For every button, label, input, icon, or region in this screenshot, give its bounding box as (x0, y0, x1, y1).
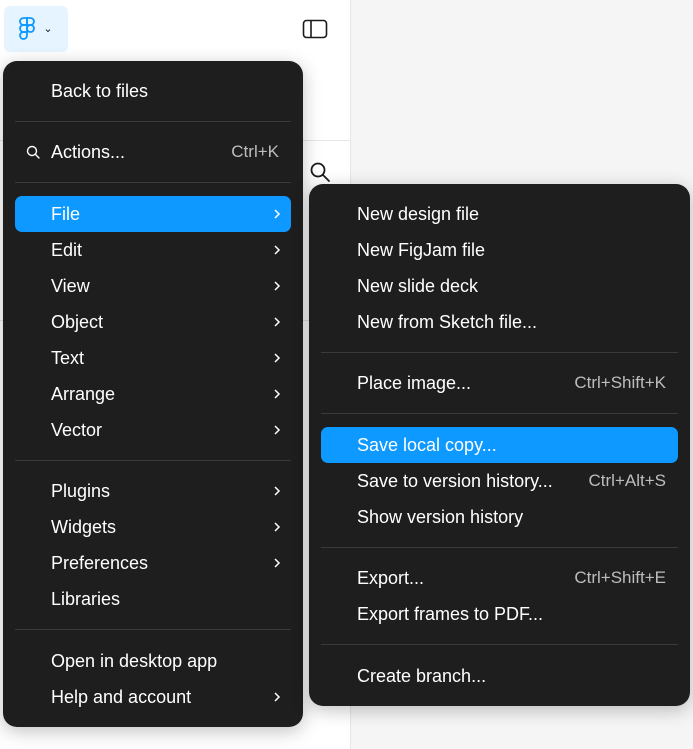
item-label: Place image... (357, 372, 472, 393)
actions-item[interactable]: Actions... Ctrl+K (15, 134, 291, 170)
item-label: Actions... (51, 141, 126, 162)
item-label: Vector (51, 419, 103, 440)
menu-separator (321, 352, 678, 353)
submenu-item-new-slide-deck[interactable]: New slide deck (321, 268, 678, 304)
menu-separator (15, 182, 291, 183)
submenu-item-new-from-sketch[interactable]: New from Sketch file... (321, 304, 678, 340)
item-label: Help and account (51, 686, 192, 707)
menu-item-preferences[interactable]: Preferences (15, 545, 291, 581)
item-label: Save local copy... (357, 434, 497, 455)
menu-separator (15, 460, 291, 461)
item-label: Create branch... (357, 665, 487, 686)
menu-separator (15, 629, 291, 630)
chevron-right-icon (274, 558, 281, 568)
item-label: Plugins (51, 480, 111, 501)
chevron-right-icon (274, 389, 281, 399)
submenu-item-save-local-copy[interactable]: Save local copy... (321, 427, 678, 463)
menu-item-help-account[interactable]: Help and account (15, 679, 291, 715)
item-label: Widgets (51, 516, 117, 537)
menu-item-arrange[interactable]: Arrange (15, 376, 291, 412)
chevron-right-icon (274, 281, 281, 291)
item-label: Save to version history... (357, 470, 553, 491)
item-label: View (51, 275, 90, 296)
chevron-down-icon: ⌄ (43, 22, 53, 35)
menu-item-text[interactable]: Text (15, 340, 291, 376)
item-label: Text (51, 347, 85, 368)
item-label: Edit (51, 239, 83, 260)
chevron-right-icon (274, 353, 281, 363)
submenu-item-new-design-file[interactable]: New design file (321, 196, 678, 232)
item-label: Libraries (51, 588, 121, 609)
menu-item-object[interactable]: Object (15, 304, 291, 340)
item-label: Object (51, 311, 104, 332)
menu-separator (15, 121, 291, 122)
back-to-files-item[interactable]: Back to files (15, 73, 291, 109)
chevron-right-icon (274, 245, 281, 255)
menu-item-vector[interactable]: Vector (15, 412, 291, 448)
item-label: New FigJam file (357, 239, 486, 260)
chevron-right-icon (274, 317, 281, 327)
chevron-right-icon (274, 209, 281, 219)
menu-item-widgets[interactable]: Widgets (15, 509, 291, 545)
item-label: Preferences (51, 552, 149, 573)
main-menu-button[interactable]: ⌄ (4, 6, 68, 52)
figma-logo-icon (19, 17, 36, 40)
menu-separator (321, 644, 678, 645)
item-shortcut: Ctrl+K (231, 142, 279, 161)
sidebar-toggle-icon[interactable] (302, 18, 328, 40)
menu-item-open-desktop-app[interactable]: Open in desktop app (15, 643, 291, 679)
menu-separator (321, 547, 678, 548)
menu-separator (321, 413, 678, 414)
item-label: Open in desktop app (51, 650, 218, 671)
submenu-item-export-frames-pdf[interactable]: Export frames to PDF... (321, 596, 678, 632)
item-label: Export frames to PDF... (357, 603, 544, 624)
search-icon (26, 145, 40, 159)
item-label: Back to files (51, 80, 149, 101)
menu-item-file[interactable]: File (15, 196, 291, 232)
item-label: New from Sketch file... (357, 311, 538, 332)
item-shortcut: Ctrl+Alt+S (588, 471, 666, 490)
submenu-item-create-branch[interactable]: Create branch... (321, 658, 678, 694)
search-icon[interactable] (308, 160, 332, 184)
item-label: File (51, 203, 81, 224)
chevron-right-icon (274, 486, 281, 496)
item-shortcut: Ctrl+Shift+E (574, 568, 666, 587)
submenu-item-place-image[interactable]: Place image... Ctrl+Shift+K (321, 365, 678, 401)
chevron-right-icon (274, 522, 281, 532)
submenu-item-save-version-history[interactable]: Save to version history... Ctrl+Alt+S (321, 463, 678, 499)
chevron-right-icon (274, 425, 281, 435)
item-label: Arrange (51, 383, 116, 404)
menu-item-view[interactable]: View (15, 268, 291, 304)
item-label: New slide deck (357, 275, 479, 296)
file-submenu: New design file New FigJam file New slid… (309, 184, 690, 706)
submenu-item-show-version-history[interactable]: Show version history (321, 499, 678, 535)
submenu-item-export[interactable]: Export... Ctrl+Shift+E (321, 560, 678, 596)
item-label: New design file (357, 203, 480, 224)
item-shortcut: Ctrl+Shift+K (574, 373, 666, 392)
item-label: Export... (357, 567, 425, 588)
submenu-item-new-figjam-file[interactable]: New FigJam file (321, 232, 678, 268)
item-label: Show version history (357, 506, 524, 527)
chevron-right-icon (274, 692, 281, 702)
menu-item-libraries[interactable]: Libraries (15, 581, 291, 617)
menu-item-plugins[interactable]: Plugins (15, 473, 291, 509)
main-menu: Back to files Actions... Ctrl+K File Edi… (3, 61, 303, 727)
menu-item-edit[interactable]: Edit (15, 232, 291, 268)
